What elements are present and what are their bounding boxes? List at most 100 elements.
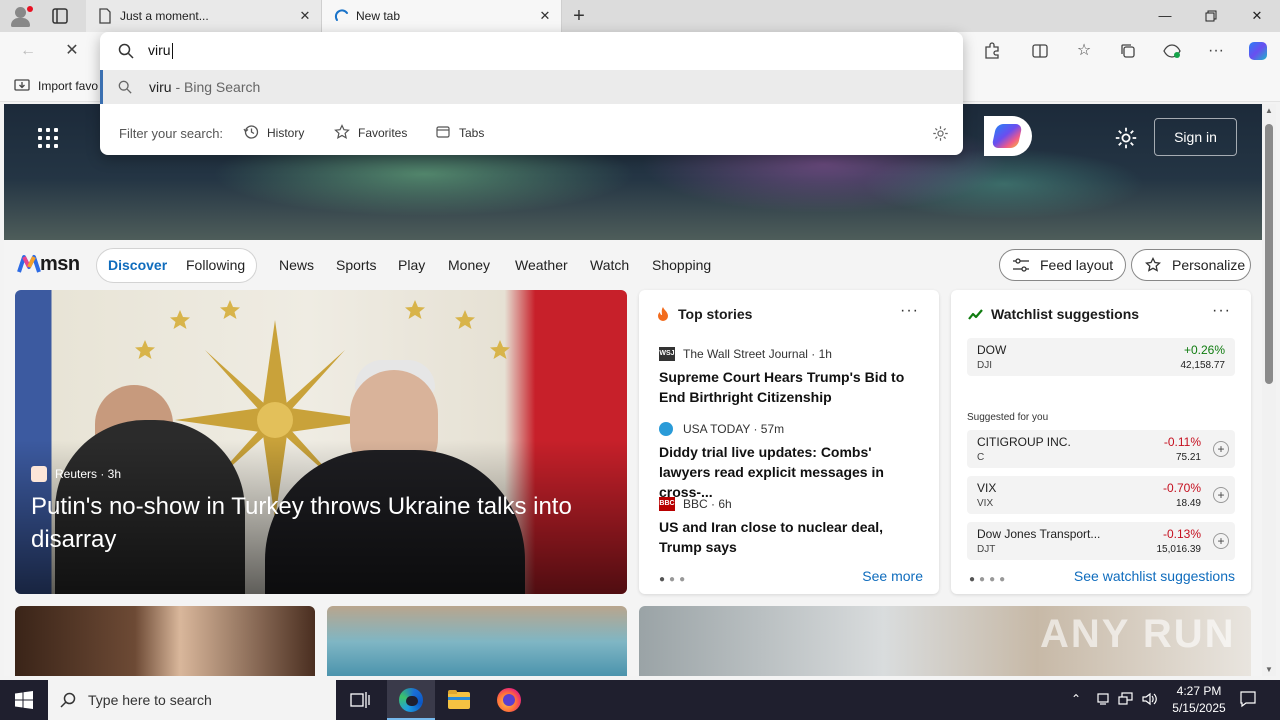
nav-sports[interactable]: Sports bbox=[336, 257, 376, 273]
feed-layout-button[interactable]: Feed layout bbox=[999, 249, 1126, 281]
tab-discover[interactable]: Discover bbox=[108, 257, 167, 273]
nav-watch[interactable]: Watch bbox=[590, 257, 629, 273]
nav-money[interactable]: Money bbox=[448, 257, 490, 273]
suggested-label: Suggested for you bbox=[967, 412, 1049, 423]
profile-icon[interactable] bbox=[8, 4, 34, 28]
hero-story-card[interactable]: Reuters · 3h Putin's no-show in Turkey t… bbox=[15, 290, 627, 594]
scroll-down-icon[interactable]: ▼ bbox=[1265, 665, 1273, 674]
sign-in-button[interactable]: Sign in bbox=[1154, 118, 1237, 156]
personalize-button[interactable]: Personalize bbox=[1131, 249, 1251, 281]
more-options-icon[interactable]: ··· bbox=[1212, 302, 1231, 320]
more-options-icon[interactable]: ··· bbox=[1204, 39, 1228, 63]
copilot-icon[interactable] bbox=[1246, 39, 1270, 63]
gear-icon[interactable] bbox=[932, 125, 949, 145]
new-tab-plus-icon[interactable]: + bbox=[568, 6, 590, 26]
stock-change: +0.26% bbox=[1183, 343, 1225, 357]
extensions-icon[interactable] bbox=[980, 39, 1004, 63]
stock-ticker: DJI bbox=[977, 360, 992, 371]
see-more-link[interactable]: See more bbox=[862, 568, 923, 584]
fire-icon bbox=[657, 307, 669, 327]
see-watchlist-link[interactable]: See watchlist suggestions bbox=[1074, 568, 1235, 584]
nav-play[interactable]: Play bbox=[398, 257, 425, 273]
stock-name: CITIGROUP INC. bbox=[977, 435, 1071, 449]
browser-essentials-icon[interactable] bbox=[1160, 39, 1184, 63]
back-arrow-icon[interactable]: ← bbox=[16, 39, 40, 63]
settings-gear-icon[interactable] bbox=[1114, 126, 1138, 150]
nav-shopping[interactable]: Shopping bbox=[652, 257, 711, 273]
sliders-icon bbox=[1012, 257, 1030, 276]
edge-taskbar-icon[interactable] bbox=[387, 680, 435, 720]
tab-new-tab[interactable]: New tab ✕ bbox=[322, 0, 562, 32]
page-icon bbox=[98, 8, 112, 24]
stock-name: VIX bbox=[977, 481, 997, 495]
stop-loading-icon[interactable]: ✕ bbox=[60, 39, 84, 63]
anyrun-watermark: ANY RUN bbox=[1040, 612, 1236, 656]
watchlist-row[interactable]: DOW DJI +0.26% 42,158.77 bbox=[967, 338, 1235, 376]
firefox-icon[interactable] bbox=[485, 680, 533, 720]
vertical-scrollbar[interactable]: ▲ ▼ bbox=[1262, 104, 1276, 676]
stock-ticker: DJT bbox=[977, 544, 996, 555]
copilot-search-button[interactable] bbox=[984, 116, 1032, 156]
watchlist-row[interactable]: VIX VIX -0.70% 18.49 + bbox=[967, 476, 1235, 514]
history-icon bbox=[243, 124, 259, 143]
carousel-dots[interactable]: ●●● bbox=[659, 574, 689, 585]
story-headline[interactable]: Supreme Court Hears Trump's Bid to End B… bbox=[659, 367, 925, 407]
tab-actions-icon[interactable] bbox=[48, 6, 72, 26]
filter-history-label: History bbox=[267, 126, 305, 140]
address-bar[interactable] bbox=[100, 32, 963, 70]
scrollbar-thumb[interactable] bbox=[1265, 124, 1273, 384]
nav-news[interactable]: News bbox=[279, 257, 314, 273]
favorites-star-icon[interactable]: ☆ bbox=[1072, 39, 1096, 63]
story-source: The Wall Street Journal · 1h bbox=[683, 347, 832, 361]
more-options-icon[interactable]: ··· bbox=[900, 302, 919, 320]
watchlist-row[interactable]: Dow Jones Transport... DJT -0.13% 15,016… bbox=[967, 522, 1235, 560]
tab-just-a-moment[interactable]: Just a moment... ✕ bbox=[86, 0, 322, 32]
import-favorites-button[interactable]: Import favo bbox=[14, 78, 98, 95]
address-input[interactable] bbox=[148, 42, 928, 58]
scroll-up-icon[interactable]: ▲ bbox=[1265, 106, 1273, 115]
start-button[interactable] bbox=[0, 680, 48, 720]
filter-tabs-label: Tabs bbox=[459, 126, 485, 140]
suggestion-term: viru bbox=[149, 79, 172, 95]
search-icon bbox=[60, 692, 76, 713]
minimize-icon[interactable]: — bbox=[1142, 0, 1188, 32]
msn-logo[interactable]: msn bbox=[16, 250, 86, 278]
volume-icon[interactable] bbox=[1142, 692, 1158, 709]
add-to-watchlist-icon[interactable]: + bbox=[1213, 441, 1229, 457]
restore-icon[interactable] bbox=[1188, 0, 1234, 32]
story-source-label: Reuters · 3h bbox=[55, 467, 122, 481]
notifications-icon[interactable] bbox=[1239, 690, 1257, 711]
collections-icon[interactable] bbox=[1116, 39, 1140, 63]
network-icon[interactable] bbox=[1096, 692, 1110, 709]
file-explorer-icon[interactable] bbox=[435, 680, 483, 720]
chevron-up-icon[interactable]: ⌃ bbox=[1071, 692, 1081, 706]
story-thumbnail[interactable] bbox=[15, 606, 315, 676]
story-headline[interactable]: Diddy trial live updates: Combs' lawyers… bbox=[659, 442, 925, 502]
story-headline[interactable]: US and Iran close to nuclear deal, Trump… bbox=[659, 517, 925, 557]
story-source: BBC · 6h bbox=[683, 497, 732, 511]
system-clock[interactable]: 4:27 PM 5/15/2025 bbox=[1160, 683, 1238, 717]
story-source: USA TODAY · 57m bbox=[683, 422, 785, 436]
apps-grid-icon[interactable] bbox=[38, 128, 58, 148]
msn-navigation: msn Discover Following News Sports Play … bbox=[4, 240, 1262, 290]
nav-weather[interactable]: Weather bbox=[515, 257, 568, 273]
split-screen-icon[interactable] bbox=[1028, 39, 1052, 63]
story-thumbnail[interactable] bbox=[327, 606, 627, 676]
carousel-dots[interactable]: ●●●● bbox=[969, 574, 1009, 585]
msn-wordmark: msn bbox=[40, 253, 80, 275]
close-tab-icon[interactable]: ✕ bbox=[537, 8, 553, 24]
bbc-logo-icon: BBC bbox=[659, 497, 675, 511]
task-view-icon[interactable] bbox=[336, 680, 384, 720]
add-to-watchlist-icon[interactable]: + bbox=[1213, 533, 1229, 549]
loading-spinner-icon bbox=[334, 8, 348, 24]
feed-layout-label: Feed layout bbox=[1040, 257, 1114, 273]
taskbar-search[interactable]: Type here to search bbox=[48, 680, 336, 720]
story-headline[interactable]: Putin's no-show in Turkey throws Ukraine… bbox=[31, 490, 611, 556]
close-tab-icon[interactable]: ✕ bbox=[297, 8, 313, 24]
tab-following[interactable]: Following bbox=[186, 257, 245, 273]
watchlist-row[interactable]: CITIGROUP INC. C -0.11% 75.21 + bbox=[967, 430, 1235, 468]
close-window-icon[interactable]: ✕ bbox=[1234, 0, 1280, 32]
search-suggestion[interactable]: viru - Bing Search bbox=[100, 70, 963, 104]
add-to-watchlist-icon[interactable]: + bbox=[1213, 487, 1229, 503]
ethernet-icon[interactable] bbox=[1118, 692, 1134, 709]
